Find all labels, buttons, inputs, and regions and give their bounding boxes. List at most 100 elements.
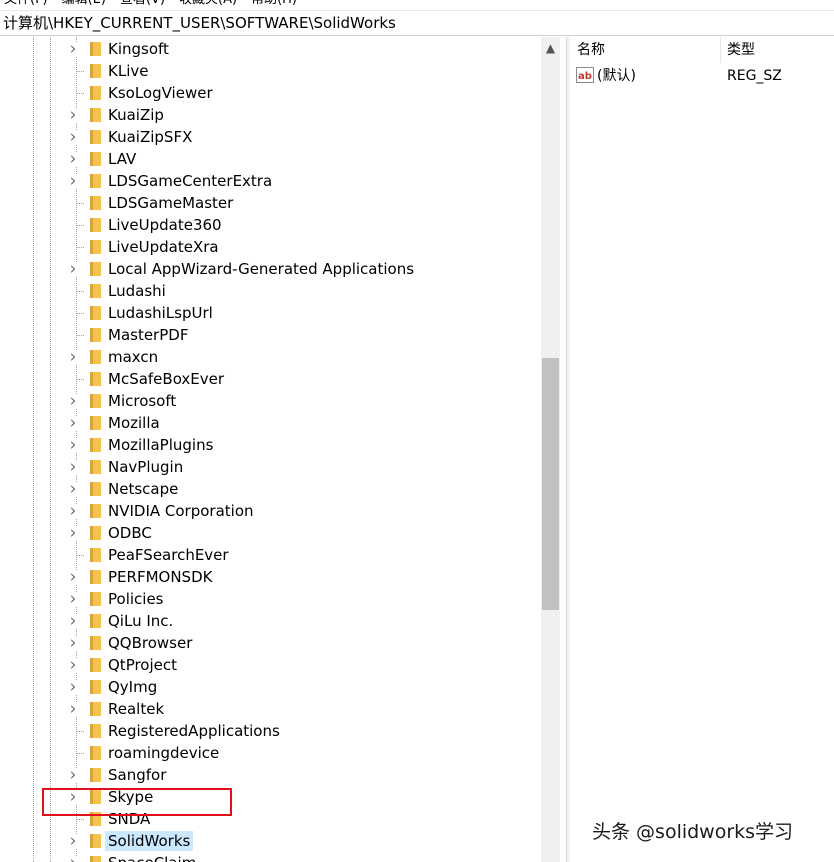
expand-chevron-icon[interactable]: ›	[66, 591, 80, 608]
tree-item[interactable]: roamingdevice	[0, 742, 540, 764]
folder-icon	[90, 482, 101, 496]
tree-item[interactable]: › LDSGameCenterExtra	[0, 170, 540, 192]
tree-item-label: LAV	[108, 150, 137, 168]
tree-item[interactable]: PeaFSearchEver	[0, 544, 540, 566]
tree-item[interactable]: › maxcn	[0, 346, 540, 368]
expand-chevron-icon[interactable]: ›	[66, 701, 80, 718]
menu-favorites[interactable]: 收藏夹(A)	[179, 0, 237, 8]
folder-icon	[90, 152, 101, 166]
tree-item-label: ODBC	[108, 524, 152, 542]
expand-chevron-icon[interactable]: ›	[66, 767, 80, 784]
tree-item[interactable]: › Realtek	[0, 698, 540, 720]
tree-branch-line	[76, 71, 84, 72]
expand-chevron-icon[interactable]: ›	[66, 679, 80, 696]
address-bar[interactable]: 计算机\HKEY_CURRENT_USER\SOFTWARE\SolidWork…	[0, 10, 834, 36]
tree-item-label: Realtek	[108, 700, 165, 718]
tree-item[interactable]: › NVIDIA Corporation	[0, 500, 540, 522]
expand-chevron-icon[interactable]: ›	[66, 151, 80, 168]
tree-item[interactable]: › Kingsoft	[0, 38, 540, 60]
column-header-type[interactable]: 类型	[727, 37, 755, 63]
tree-item[interactable]: SNDA	[0, 808, 540, 830]
tree-item-label: LiveUpdateXra	[108, 238, 219, 256]
tree-item-label: LudashiLspUrl	[108, 304, 213, 322]
tree-item[interactable]: › SpaceClaim	[0, 852, 540, 862]
tree-item[interactable]: Ludashi	[0, 280, 540, 302]
expand-chevron-icon[interactable]: ›	[66, 833, 80, 850]
expand-chevron-icon[interactable]: ›	[66, 129, 80, 146]
tree-item[interactable]: › Mozilla	[0, 412, 540, 434]
tree-item-label: LDSGameMaster	[108, 194, 234, 212]
expand-chevron-icon[interactable]: ›	[66, 525, 80, 542]
tree-item[interactable]: › LAV	[0, 148, 540, 170]
tree-item[interactable]: › QiLu Inc.	[0, 610, 540, 632]
expand-chevron-icon[interactable]: ›	[66, 855, 80, 862]
registry-key-tree[interactable]: › Kingsoft KLive KsoLogViewer › KuaiZip › KuaiZ…	[0, 37, 566, 862]
expand-chevron-icon[interactable]: ›	[66, 261, 80, 278]
expand-chevron-icon[interactable]: ›	[66, 481, 80, 498]
expand-chevron-icon[interactable]: ›	[66, 503, 80, 520]
tree-item[interactable]: LDSGameMaster	[0, 192, 540, 214]
tree-item-label: KsoLogViewer	[108, 84, 213, 102]
tree-item[interactable]: RegisteredApplications	[0, 720, 540, 742]
menu-file[interactable]: 文件(F)	[4, 0, 48, 8]
tree-item[interactable]: › Local AppWizard-Generated Applications	[0, 258, 540, 280]
tree-item[interactable]: › KuaiZipSFX	[0, 126, 540, 148]
tree-item[interactable]: › PERFMONSDK	[0, 566, 540, 588]
tree-item-label: Local AppWizard-Generated Applications	[108, 260, 415, 278]
tree-item[interactable]: LiveUpdate360	[0, 214, 540, 236]
folder-icon	[90, 262, 101, 276]
menu-view[interactable]: 查看(V)	[120, 0, 165, 8]
folder-icon	[90, 834, 101, 848]
tree-item[interactable]: › Sangfor	[0, 764, 540, 786]
tree-item[interactable]: › MozillaPlugins	[0, 434, 540, 456]
expand-chevron-icon[interactable]: ›	[66, 41, 80, 58]
expand-chevron-icon[interactable]: ›	[66, 459, 80, 476]
expand-chevron-icon[interactable]: ›	[66, 173, 80, 190]
tree-item-label: roamingdevice	[108, 744, 220, 762]
tree-item[interactable]: › QtProject	[0, 654, 540, 676]
column-separator[interactable]	[720, 37, 721, 63]
column-header-name[interactable]: 名称	[577, 37, 605, 63]
menu-bar: 文件(F) 编辑(E) 查看(V) 收藏夹(A) 帮助(H)	[0, 0, 834, 8]
tree-item[interactable]: KLive	[0, 60, 540, 82]
tree-item[interactable]: › Policies	[0, 588, 540, 610]
folder-icon	[90, 592, 101, 606]
menu-edit[interactable]: 编辑(E)	[62, 0, 106, 8]
tree-item-label: KLive	[108, 62, 149, 80]
folder-icon	[90, 196, 101, 210]
tree-item[interactable]: › QyImg	[0, 676, 540, 698]
expand-chevron-icon[interactable]: ›	[66, 789, 80, 806]
expand-chevron-icon[interactable]: ›	[66, 635, 80, 652]
expand-chevron-icon[interactable]: ›	[66, 349, 80, 366]
tree-item[interactable]: KsoLogViewer	[0, 82, 540, 104]
tree-item[interactable]: MasterPDF	[0, 324, 540, 346]
tree-item[interactable]: › QQBrowser	[0, 632, 540, 654]
tree-item[interactable]: LiveUpdateXra	[0, 236, 540, 258]
expand-chevron-icon[interactable]: ›	[66, 613, 80, 630]
tree-branch-line	[76, 291, 84, 292]
values-list[interactable]: 名称 类型 ab (默认) REG_SZ	[570, 37, 834, 862]
expand-chevron-icon[interactable]: ›	[66, 657, 80, 674]
scroll-up-arrow-icon[interactable]: ▲	[541, 37, 560, 59]
expand-chevron-icon[interactable]: ›	[66, 107, 80, 124]
tree-item[interactable]: › SolidWorks	[0, 830, 540, 852]
folder-icon	[90, 460, 101, 474]
tree-item[interactable]: › Skype	[0, 786, 540, 808]
tree-item[interactable]: › NavPlugin	[0, 456, 540, 478]
tree-item[interactable]: › ODBC	[0, 522, 540, 544]
tree-item[interactable]: LudashiLspUrl	[0, 302, 540, 324]
scroll-thumb[interactable]	[542, 358, 559, 610]
expand-chevron-icon[interactable]: ›	[66, 569, 80, 586]
tree-scrollbar[interactable]: ▲	[541, 37, 560, 862]
expand-chevron-icon[interactable]: ›	[66, 415, 80, 432]
address-path[interactable]: 计算机\HKEY_CURRENT_USER\SOFTWARE\SolidWork…	[3, 14, 396, 33]
tree-item[interactable]: › Netscape	[0, 478, 540, 500]
value-row[interactable]: ab (默认) REG_SZ	[570, 65, 834, 87]
value-type: REG_SZ	[727, 68, 782, 84]
menu-help[interactable]: 帮助(H)	[251, 0, 297, 8]
tree-item[interactable]: › Microsoft	[0, 390, 540, 412]
tree-item[interactable]: › KuaiZip	[0, 104, 540, 126]
tree-item[interactable]: McSafeBoxEver	[0, 368, 540, 390]
expand-chevron-icon[interactable]: ›	[66, 393, 80, 410]
expand-chevron-icon[interactable]: ›	[66, 437, 80, 454]
